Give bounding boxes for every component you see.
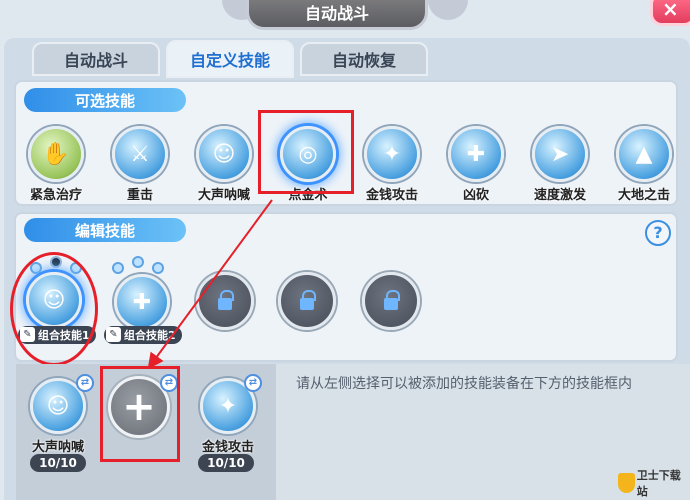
watermark-logo: 卫士下载站 [618, 468, 688, 498]
shield-icon [618, 473, 635, 493]
watermark-text: 卫士下载站 [636, 469, 681, 498]
annotation-arrow [147, 199, 273, 370]
game-window: 自动战斗 × 自动战斗 自定义技能 自动恢复 可选技能 ✋ 紧急治疗 ⚔ 重击 … [0, 0, 690, 500]
